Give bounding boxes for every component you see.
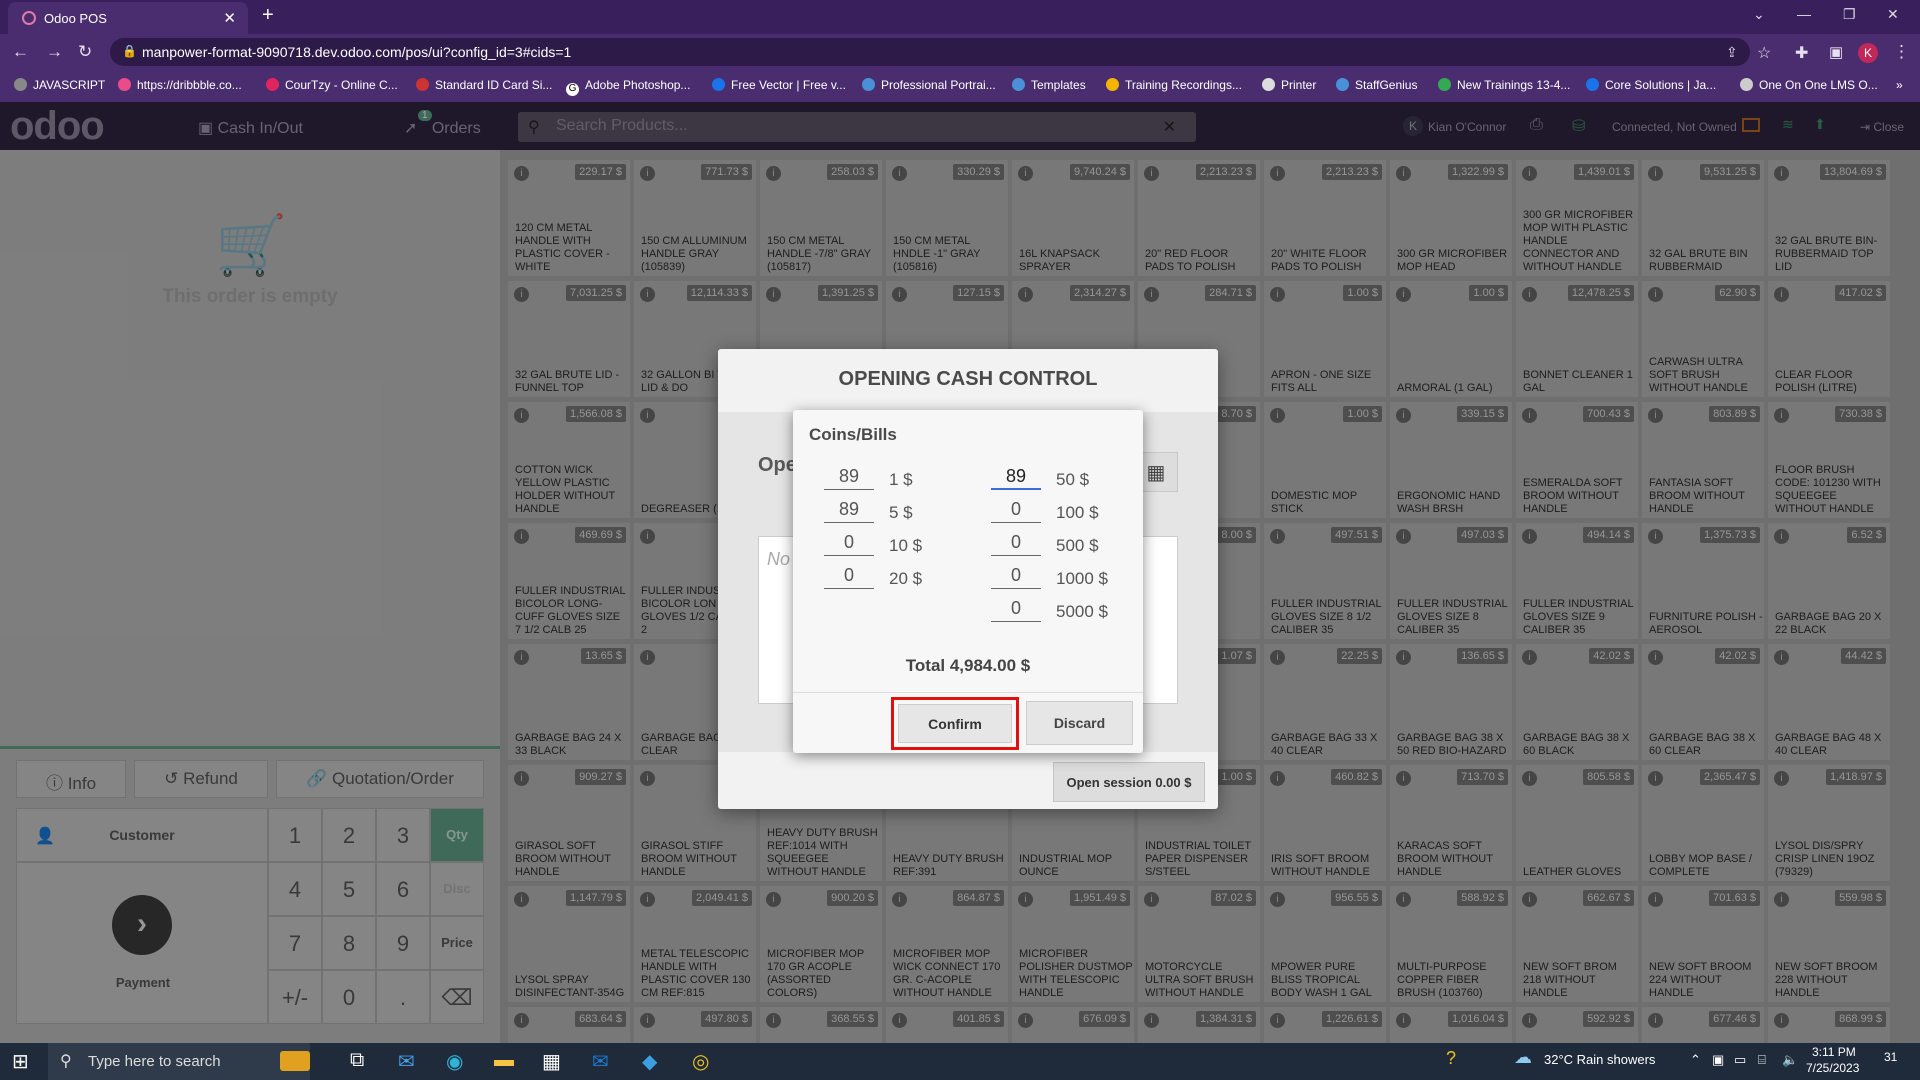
- coin-count-input[interactable]: 89: [824, 466, 874, 490]
- open-session-button[interactable]: Open session 0.00 $: [1053, 762, 1205, 802]
- forward-icon[interactable]: →: [46, 42, 63, 62]
- extensions-icon[interactable]: ✚: [1795, 43, 1808, 63]
- opening-cash-label: Ope: [758, 454, 797, 476]
- lock-icon: 🔒: [122, 44, 137, 58]
- bookmarks-bar: JAVASCRIPT https://dribbble.co... CourTz…: [0, 70, 1920, 102]
- clock-date[interactable]: 7/25/2023: [1806, 1061, 1859, 1075]
- denomination-label: 1000 $: [1056, 569, 1108, 588]
- windows-start-icon[interactable]: ⊞: [12, 1049, 29, 1074]
- bookmark-item[interactable]: https://dribbble.co...: [118, 78, 242, 92]
- new-tab-icon[interactable]: +: [262, 4, 274, 27]
- menu-icon[interactable]: ⋮: [1893, 42, 1910, 62]
- coin-count-input[interactable]: 0: [824, 565, 874, 589]
- more-bookmarks-icon[interactable]: »: [1896, 78, 1903, 92]
- denomination-label: 1 $: [889, 470, 913, 489]
- bookmark-item[interactable]: StaffGenius: [1336, 78, 1417, 92]
- odoo-favicon-icon: [22, 11, 36, 25]
- file-explorer-icon[interactable]: ▬: [494, 1049, 514, 1072]
- url-field[interactable]: 🔒 manpower-format-9090718.dev.odoo.com/p…: [110, 38, 1750, 66]
- browser-tab-bar: [0, 0, 1920, 34]
- minimize-icon[interactable]: —: [1797, 6, 1811, 22]
- denomination-label: 20 $: [889, 569, 923, 588]
- weather-text[interactable]: 32°C Rain showers: [1544, 1052, 1655, 1067]
- store-icon[interactable]: ▦: [542, 1049, 561, 1074]
- bill-count-input[interactable]: 0: [991, 598, 1041, 622]
- search-icon: ⚲: [60, 1053, 72, 1070]
- bill-count-input[interactable]: 0: [991, 499, 1041, 523]
- bookmark-item[interactable]: New Trainings 13-4...: [1438, 78, 1570, 92]
- reload-icon[interactable]: ↻: [78, 42, 92, 62]
- bill-count-input[interactable]: 0: [991, 532, 1041, 556]
- denomination-label: 500 $: [1056, 536, 1099, 555]
- help-icon[interactable]: ?: [1446, 1048, 1456, 1069]
- weather-icon: ☁: [1514, 1047, 1532, 1067]
- browser-tab[interactable]: Odoo POS ✕: [8, 2, 248, 34]
- bookmark-item[interactable]: Printer: [1262, 78, 1316, 92]
- bookmark-item[interactable]: Templates: [1012, 78, 1086, 92]
- chrome-icon[interactable]: ◎: [692, 1049, 709, 1074]
- bookmark-item[interactable]: One On One LMS O...: [1740, 78, 1878, 92]
- close-tab-icon[interactable]: ✕: [223, 9, 236, 27]
- bookmark-item[interactable]: Standard ID Card Si...: [416, 78, 552, 92]
- discard-button[interactable]: Discard: [1026, 701, 1133, 745]
- back-icon[interactable]: ←: [12, 42, 29, 62]
- tray-icon[interactable]: ▣: [1712, 1052, 1724, 1068]
- task-view-icon[interactable]: ⧉: [350, 1049, 364, 1072]
- coins-total: Total 4,984.00 $: [905, 656, 1031, 675]
- bookmark-item[interactable]: G Adobe Photoshop...: [566, 78, 690, 96]
- dialog-title: OPENING CASH CONTROL: [838, 368, 1098, 390]
- denomination-label: 50 $: [1056, 470, 1090, 489]
- bookmark-item[interactable]: Professional Portrai...: [862, 78, 996, 92]
- bookmark-item[interactable]: JAVASCRIPT: [14, 78, 105, 92]
- confirm-button-highlight: Confirm: [891, 697, 1019, 750]
- url-text: manpower-format-9090718.dev.odoo.com/pos…: [142, 44, 572, 60]
- tab-title: Odoo POS: [44, 11, 107, 26]
- taskbar-search-input[interactable]: ⚲ Type here to search: [48, 1043, 310, 1080]
- outlook-icon[interactable]: ✉: [592, 1049, 609, 1074]
- notification-count[interactable]: 31: [1884, 1050, 1897, 1064]
- coins-bills-title: Coins/Bills: [809, 425, 897, 444]
- profile-avatar[interactable]: K: [1858, 43, 1878, 63]
- bookmark-item[interactable]: Core Solutions | Ja...: [1586, 78, 1716, 92]
- network-tray-icon[interactable]: ⌸: [1758, 1052, 1766, 1068]
- mail-icon[interactable]: ✉: [398, 1049, 415, 1074]
- denomination-label: 5 $: [889, 503, 913, 522]
- bookmark-item[interactable]: Training Recordings...: [1106, 78, 1242, 92]
- show-hidden-icons[interactable]: ⌃: [1690, 1052, 1701, 1068]
- denomination-label: 100 $: [1056, 503, 1099, 522]
- taskbar-widget-icon[interactable]: [280, 1051, 310, 1071]
- bookmark-item[interactable]: CourTzy - Online C...: [266, 78, 398, 92]
- clock-time[interactable]: 3:11 PM: [1812, 1045, 1856, 1059]
- coin-count-input[interactable]: 89: [824, 499, 874, 523]
- bookmark-star-icon[interactable]: ☆: [1757, 43, 1771, 63]
- battery-icon[interactable]: ▭: [1734, 1052, 1746, 1068]
- tab-search-icon[interactable]: ⌄: [1753, 6, 1765, 23]
- bill-count-input-active[interactable]: 89: [991, 466, 1041, 490]
- volume-icon[interactable]: 🔈: [1782, 1052, 1798, 1068]
- denomination-label: 10 $: [889, 536, 923, 555]
- side-panel-icon[interactable]: ▣: [1829, 43, 1843, 61]
- restore-icon[interactable]: ❐: [1843, 6, 1856, 23]
- vscode-icon[interactable]: ◆: [642, 1049, 657, 1074]
- coin-count-input[interactable]: 0: [824, 532, 874, 556]
- bookmark-item[interactable]: Free Vector | Free v...: [712, 78, 846, 92]
- bill-count-input[interactable]: 0: [991, 565, 1041, 589]
- confirm-button[interactable]: Confirm: [898, 704, 1012, 743]
- share-icon[interactable]: ⇪: [1726, 44, 1738, 61]
- close-window-icon[interactable]: ✕: [1887, 6, 1899, 23]
- edge-icon[interactable]: ◉: [446, 1049, 463, 1074]
- denomination-label: 5000 $: [1056, 602, 1108, 621]
